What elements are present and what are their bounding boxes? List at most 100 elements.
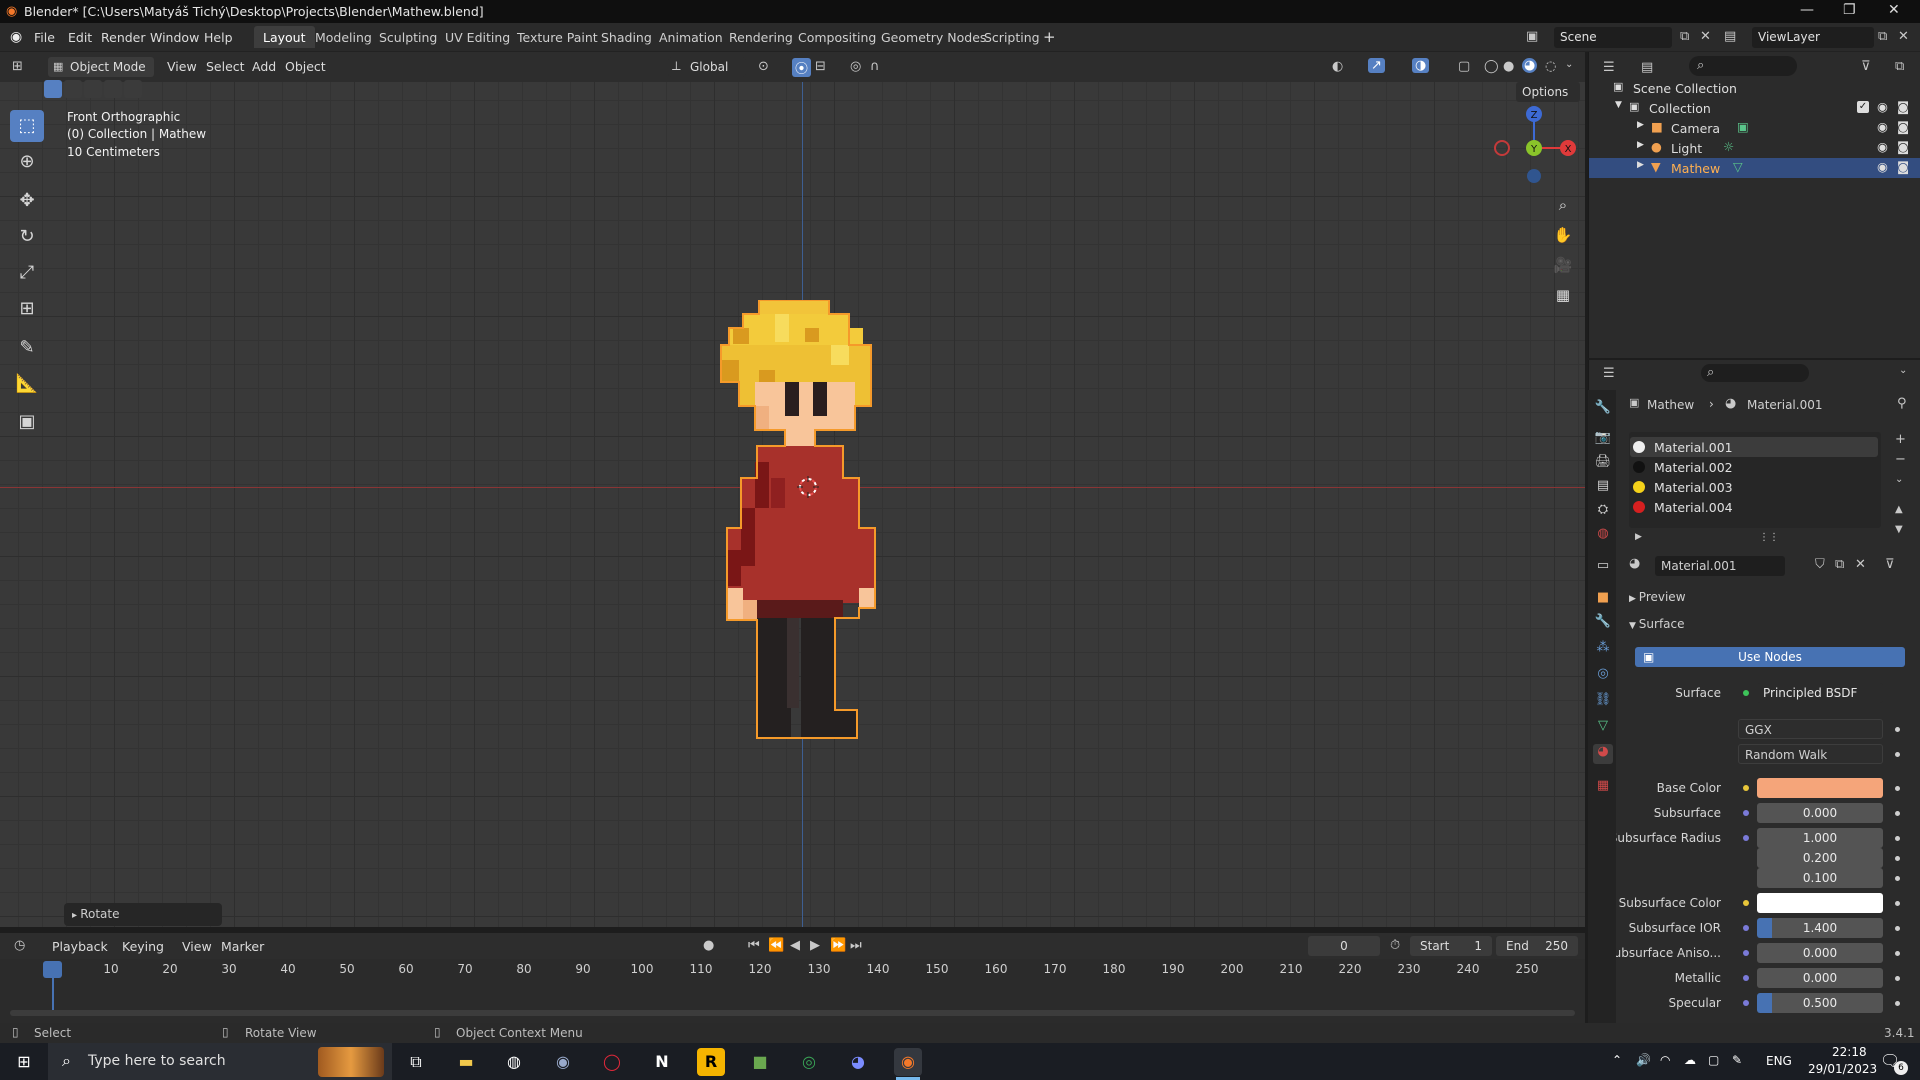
physics-tab-icon[interactable]: ◎ [1593, 666, 1613, 686]
animate-dot[interactable] [1895, 876, 1900, 881]
meet-now-icon[interactable]: ▢ [1708, 1053, 1719, 1067]
menu-add[interactable]: Add [252, 59, 276, 74]
language-indicator[interactable]: ENG [1766, 1054, 1792, 1068]
unlink-material-icon[interactable]: ✕ [1855, 557, 1866, 572]
texture-tab-icon[interactable]: ▦ [1593, 778, 1613, 798]
preview-range-icon[interactable]: ⏱ [1390, 938, 1400, 953]
tool-annotate[interactable]: ✎ [10, 332, 44, 364]
render-tab-icon[interactable]: 📷 [1593, 430, 1613, 450]
filter-icon[interactable]: ⊽ [1861, 59, 1871, 74]
chevron-down-icon[interactable]: ▼ [1615, 100, 1622, 110]
timeline-ruler[interactable]: 0102030405060708090100110120130140150160… [0, 959, 1585, 981]
menu-render[interactable]: Render [101, 30, 146, 45]
new-view-layer-icon[interactable]: ⧉ [1878, 29, 1887, 44]
play-icon[interactable]: ▶ [810, 938, 820, 953]
animate-dot[interactable] [1895, 901, 1900, 906]
collection-tab-icon[interactable]: ▭ [1593, 558, 1613, 578]
display-mode-icon[interactable]: ▤ [1641, 60, 1653, 75]
menu-object[interactable]: Object [285, 59, 326, 74]
slot-link-icon[interactable]: ⊽ [1885, 557, 1895, 572]
material-tab-icon[interactable]: ◕ [1593, 744, 1613, 764]
pen-icon[interactable]: ✎ [1732, 1053, 1742, 1067]
eye-icon[interactable]: ◉ [1877, 159, 1888, 174]
panel-preview[interactable]: ▶ Preview [1629, 590, 1919, 610]
jump-start-icon[interactable]: ⏮ [748, 938, 760, 953]
outliner[interactable]: ☰ ▤ ⌕ ⊽ ⧉ ▣ Scene Collection ▼ ▣ Collect… [1588, 52, 1920, 358]
blender-menu-icon[interactable]: ◉ [10, 29, 22, 45]
outliner-search-input[interactable] [1689, 56, 1797, 76]
tool-measure[interactable]: 📐 [10, 368, 44, 400]
snap-icon[interactable]: ⦿ [792, 58, 812, 77]
notion-icon[interactable]: N [648, 1048, 676, 1076]
new-collection-icon[interactable]: ⧉ [1895, 59, 1904, 74]
play-reverse-icon[interactable]: ◀ [790, 938, 800, 953]
tool-select-box-mode-5[interactable] [124, 80, 142, 98]
eye-icon[interactable]: ◉ [1877, 139, 1888, 154]
view-layer-icon[interactable]: ▤ [1724, 29, 1736, 44]
blender-taskbar-icon[interactable]: ◉ [894, 1048, 922, 1076]
collection-checkbox[interactable]: ✓ [1857, 101, 1869, 113]
data-tab-icon[interactable]: ▽ [1593, 718, 1613, 738]
number-field[interactable]: 0.000 [1757, 803, 1883, 823]
chevron-right-icon[interactable]: ▶ [1637, 120, 1644, 130]
animate-dot[interactable] [1895, 811, 1900, 816]
wifi-icon[interactable]: ◠ [1660, 1053, 1670, 1067]
mode-selector[interactable]: Object Mode [48, 57, 154, 77]
number-field[interactable]: 0.000 [1757, 968, 1883, 988]
next-keyframe-icon[interactable]: ⏩ [830, 938, 846, 953]
eye-icon[interactable]: ◉ [1877, 99, 1888, 114]
number-field[interactable]: 0.100 [1757, 868, 1883, 888]
tool-add-cube[interactable]: ▣ [10, 406, 44, 438]
proportional-edit-icon[interactable]: ◎ [850, 59, 861, 74]
material-shading-icon[interactable]: ◕ [1522, 58, 1538, 73]
outliner-row-camera[interactable]: ▶ ■ Camera ▣ ◉ ◙ [1589, 118, 1920, 138]
overlay-toggle-icon[interactable]: ◑ [1412, 58, 1430, 73]
number-field[interactable]: 1.400 [1757, 918, 1883, 938]
rendered-shading-icon[interactable]: ◌ [1545, 59, 1556, 74]
scene-tab-icon[interactable]: ⛭ [1593, 502, 1613, 522]
properties-search-input[interactable] [1701, 364, 1809, 382]
tool-transform[interactable]: ⊞ [10, 293, 44, 325]
material-browse-icon[interactable]: ◕ [1629, 556, 1640, 571]
delete-view-layer-icon[interactable]: ✕ [1898, 29, 1909, 44]
animate-dot[interactable] [1895, 786, 1900, 791]
tab-scripting[interactable]: Scripting [975, 26, 1049, 48]
menu-keying[interactable]: Keying [122, 939, 164, 954]
material-name-field[interactable]: Material.001 [1655, 556, 1785, 576]
list-expand-icon[interactable]: ▶ [1635, 532, 1642, 542]
timeline-editor-icon[interactable]: ◷ [14, 938, 25, 953]
subsurface-method-selector[interactable]: Random Walk [1738, 744, 1883, 764]
panel-surface[interactable]: ▼ Surface [1629, 617, 1919, 637]
menu-marker[interactable]: Marker [221, 939, 264, 954]
output-tab-icon[interactable]: 🖨 [1593, 454, 1613, 474]
use-nodes-button[interactable]: ▣ Use Nodes [1635, 647, 1905, 667]
discord-icon[interactable]: ◕ [844, 1048, 872, 1076]
list-resize-handle-icon[interactable]: ⋮⋮ [1759, 532, 1779, 543]
clock-date[interactable]: 29/01/2023 [1808, 1062, 1877, 1076]
eye-icon[interactable]: ◉ [1877, 119, 1888, 134]
animate-dot[interactable] [1895, 727, 1900, 732]
animate-dot[interactable] [1895, 1001, 1900, 1006]
task-view-icon[interactable]: ⧉ [402, 1048, 430, 1076]
camera-view-icon[interactable]: 🎥 [1550, 252, 1576, 278]
camera-render-icon[interactable]: ◙ [1897, 99, 1909, 114]
zoom-icon[interactable]: ⌕ [1550, 192, 1576, 218]
slot-menu-icon[interactable]: ⌄ [1895, 474, 1903, 485]
minimize-button[interactable]: — [1800, 2, 1814, 18]
close-button[interactable]: ✕ [1888, 2, 1900, 18]
menu-edit[interactable]: Edit [68, 30, 92, 45]
menu-timeline-view[interactable]: View [182, 939, 212, 954]
rockstar-icon[interactable]: R [697, 1048, 725, 1076]
color-swatch-field[interactable] [1757, 893, 1883, 913]
chevron-right-icon[interactable]: ▶ [1637, 140, 1644, 150]
scene-icon[interactable]: ▣ [1526, 29, 1538, 44]
animate-dot[interactable] [1895, 976, 1900, 981]
object-tab-icon[interactable]: ■ [1593, 590, 1613, 610]
fake-user-icon[interactable]: ⛉ [1815, 557, 1825, 572]
outliner-editor-icon[interactable]: ☰ [1603, 60, 1615, 75]
overwatch-icon[interactable]: ◍ [500, 1048, 528, 1076]
world-tab-icon[interactable]: ◍ [1593, 526, 1613, 546]
chevron-down-icon[interactable]: ⌄ [1899, 365, 1907, 376]
steam-icon[interactable]: ◉ [549, 1048, 577, 1076]
end-frame-field[interactable]: End 250 [1496, 936, 1578, 956]
